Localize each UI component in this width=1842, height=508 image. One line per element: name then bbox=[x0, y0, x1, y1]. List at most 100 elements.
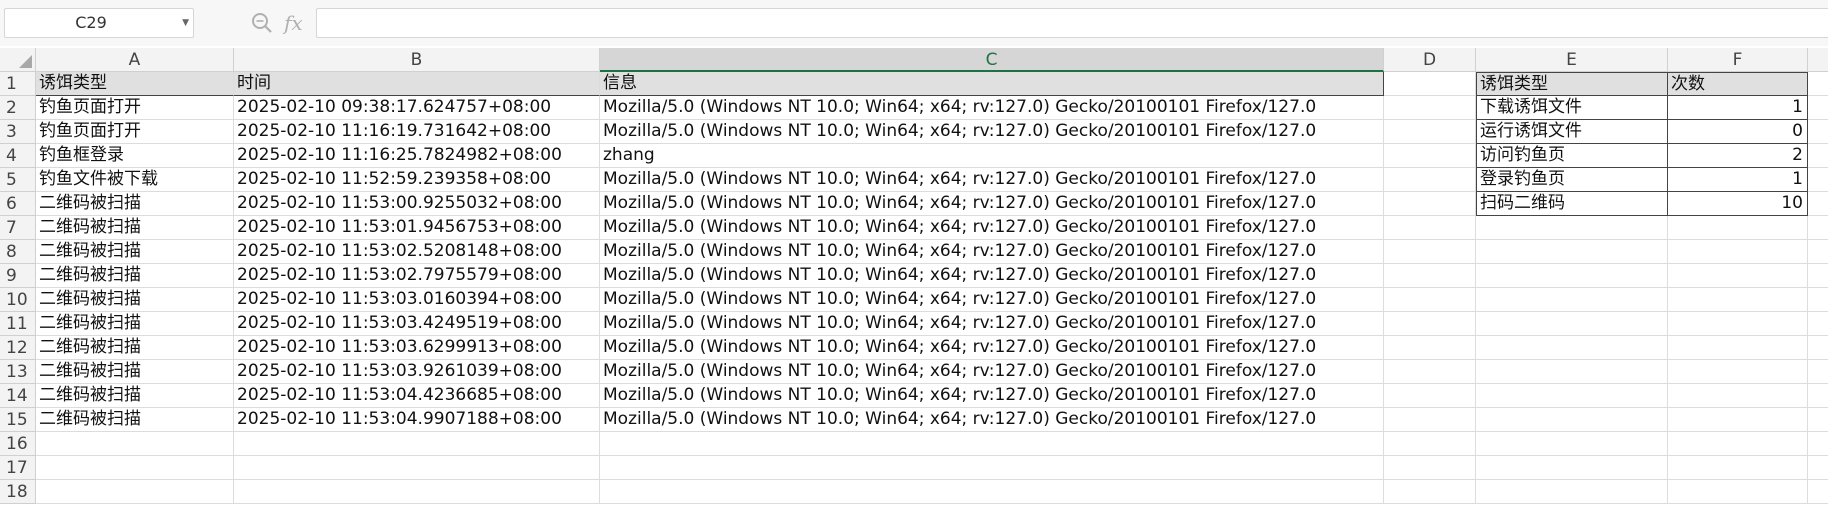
cell-b1[interactable]: 时间 bbox=[234, 72, 600, 96]
cell-d18[interactable] bbox=[1384, 480, 1476, 504]
cell-f11[interactable] bbox=[1668, 312, 1808, 336]
row-header[interactable]: 6 bbox=[0, 192, 36, 216]
cell-c18[interactable] bbox=[600, 480, 1384, 504]
row-header[interactable]: 5 bbox=[0, 168, 36, 192]
cell-d9[interactable] bbox=[1384, 264, 1476, 288]
row-header[interactable]: 11 bbox=[0, 312, 36, 336]
cell-c14[interactable]: Mozilla/5.0 (Windows NT 10.0; Win64; x64… bbox=[600, 384, 1384, 408]
column-header-a[interactable]: A bbox=[36, 48, 234, 72]
row-header[interactable]: 12 bbox=[0, 336, 36, 360]
cell-f9[interactable] bbox=[1668, 264, 1808, 288]
cell-c7[interactable]: Mozilla/5.0 (Windows NT 10.0; Win64; x64… bbox=[600, 216, 1384, 240]
column-header-d[interactable]: D bbox=[1384, 48, 1476, 72]
cell-b13[interactable]: 2025-02-10 11:53:03.9261039+08:00 bbox=[234, 360, 600, 384]
cell-a12[interactable]: 二维码被扫描 bbox=[36, 336, 234, 360]
cell-a5[interactable]: 钓鱼文件被下载 bbox=[36, 168, 234, 192]
cell-f15[interactable] bbox=[1668, 408, 1808, 432]
column-header-e[interactable]: E bbox=[1476, 48, 1668, 72]
cell-d17[interactable] bbox=[1384, 456, 1476, 480]
cell-b3[interactable]: 2025-02-10 11:16:19.731642+08:00 bbox=[234, 120, 600, 144]
cell-a14[interactable]: 二维码被扫描 bbox=[36, 384, 234, 408]
cell-c6[interactable]: Mozilla/5.0 (Windows NT 10.0; Win64; x64… bbox=[600, 192, 1384, 216]
row-header[interactable]: 16 bbox=[0, 432, 36, 456]
zoom-icon[interactable] bbox=[250, 11, 274, 35]
cell-d3[interactable] bbox=[1384, 120, 1476, 144]
cell-c11[interactable]: Mozilla/5.0 (Windows NT 10.0; Win64; x64… bbox=[600, 312, 1384, 336]
column-header-b[interactable]: B bbox=[234, 48, 600, 72]
cell-c12[interactable]: Mozilla/5.0 (Windows NT 10.0; Win64; x64… bbox=[600, 336, 1384, 360]
cell-f7[interactable] bbox=[1668, 216, 1808, 240]
cell-e5[interactable]: 登录钓鱼页 bbox=[1476, 168, 1668, 192]
cell-a8[interactable]: 二维码被扫描 bbox=[36, 240, 234, 264]
cell-a9[interactable]: 二维码被扫描 bbox=[36, 264, 234, 288]
cell-c15[interactable]: Mozilla/5.0 (Windows NT 10.0; Win64; x64… bbox=[600, 408, 1384, 432]
row-header[interactable]: 13 bbox=[0, 360, 36, 384]
cell-f5[interactable]: 1 bbox=[1668, 168, 1808, 192]
cell-e1[interactable]: 诱饵类型 bbox=[1476, 72, 1668, 96]
cell-e18[interactable] bbox=[1476, 480, 1668, 504]
cell-e11[interactable] bbox=[1476, 312, 1668, 336]
cell-a3[interactable]: 钓鱼页面打开 bbox=[36, 120, 234, 144]
cell-d16[interactable] bbox=[1384, 432, 1476, 456]
cell-c2[interactable]: Mozilla/5.0 (Windows NT 10.0; Win64; x64… bbox=[600, 96, 1384, 120]
cell-b17[interactable] bbox=[234, 456, 600, 480]
column-header-f[interactable]: F bbox=[1668, 48, 1808, 72]
cell-f2[interactable]: 1 bbox=[1668, 96, 1808, 120]
cell-d4[interactable] bbox=[1384, 144, 1476, 168]
cell-a10[interactable]: 二维码被扫描 bbox=[36, 288, 234, 312]
select-all-corner[interactable] bbox=[0, 48, 36, 72]
cell-e9[interactable] bbox=[1476, 264, 1668, 288]
cell-b8[interactable]: 2025-02-10 11:53:02.5208148+08:00 bbox=[234, 240, 600, 264]
cell-a4[interactable]: 钓鱼框登录 bbox=[36, 144, 234, 168]
cell-c5[interactable]: Mozilla/5.0 (Windows NT 10.0; Win64; x64… bbox=[600, 168, 1384, 192]
row-header[interactable]: 10 bbox=[0, 288, 36, 312]
cell-b2[interactable]: 2025-02-10 09:38:17.624757+08:00 bbox=[234, 96, 600, 120]
cell-f10[interactable] bbox=[1668, 288, 1808, 312]
row-header[interactable]: 3 bbox=[0, 120, 36, 144]
cell-f1[interactable]: 次数 bbox=[1668, 72, 1808, 96]
cell-c16[interactable] bbox=[600, 432, 1384, 456]
function-icon[interactable]: fx bbox=[284, 9, 310, 37]
cell-a15[interactable]: 二维码被扫描 bbox=[36, 408, 234, 432]
cell-e16[interactable] bbox=[1476, 432, 1668, 456]
cell-f18[interactable] bbox=[1668, 480, 1808, 504]
cell-b15[interactable]: 2025-02-10 11:53:04.9907188+08:00 bbox=[234, 408, 600, 432]
cell-c13[interactable]: Mozilla/5.0 (Windows NT 10.0; Win64; x64… bbox=[600, 360, 1384, 384]
cell-f13[interactable] bbox=[1668, 360, 1808, 384]
cell-b11[interactable]: 2025-02-10 11:53:03.4249519+08:00 bbox=[234, 312, 600, 336]
cell-e7[interactable] bbox=[1476, 216, 1668, 240]
cell-f17[interactable] bbox=[1668, 456, 1808, 480]
cell-d2[interactable] bbox=[1384, 96, 1476, 120]
cell-e15[interactable] bbox=[1476, 408, 1668, 432]
row-header[interactable]: 1 bbox=[0, 72, 36, 96]
cell-d11[interactable] bbox=[1384, 312, 1476, 336]
cell-f16[interactable] bbox=[1668, 432, 1808, 456]
cell-d14[interactable] bbox=[1384, 384, 1476, 408]
cell-e8[interactable] bbox=[1476, 240, 1668, 264]
cell-f8[interactable] bbox=[1668, 240, 1808, 264]
row-header[interactable]: 7 bbox=[0, 216, 36, 240]
cell-a2[interactable]: 钓鱼页面打开 bbox=[36, 96, 234, 120]
row-header[interactable]: 2 bbox=[0, 96, 36, 120]
cell-e14[interactable] bbox=[1476, 384, 1668, 408]
cell-c3[interactable]: Mozilla/5.0 (Windows NT 10.0; Win64; x64… bbox=[600, 120, 1384, 144]
cell-a6[interactable]: 二维码被扫描 bbox=[36, 192, 234, 216]
cell-a17[interactable] bbox=[36, 456, 234, 480]
row-header[interactable]: 9 bbox=[0, 264, 36, 288]
cell-f3[interactable]: 0 bbox=[1668, 120, 1808, 144]
cell-e13[interactable] bbox=[1476, 360, 1668, 384]
cell-c8[interactable]: Mozilla/5.0 (Windows NT 10.0; Win64; x64… bbox=[600, 240, 1384, 264]
cell-b16[interactable] bbox=[234, 432, 600, 456]
cell-e6[interactable]: 扫码二维码 bbox=[1476, 192, 1668, 216]
cell-a18[interactable] bbox=[36, 480, 234, 504]
cell-e4[interactable]: 访问钓鱼页 bbox=[1476, 144, 1668, 168]
cell-f12[interactable] bbox=[1668, 336, 1808, 360]
cell-b5[interactable]: 2025-02-10 11:52:59.239358+08:00 bbox=[234, 168, 600, 192]
cell-b10[interactable]: 2025-02-10 11:53:03.0160394+08:00 bbox=[234, 288, 600, 312]
cell-b7[interactable]: 2025-02-10 11:53:01.9456753+08:00 bbox=[234, 216, 600, 240]
cell-c4[interactable]: zhang bbox=[600, 144, 1384, 168]
cell-d5[interactable] bbox=[1384, 168, 1476, 192]
cell-d15[interactable] bbox=[1384, 408, 1476, 432]
cell-e3[interactable]: 运行诱饵文件 bbox=[1476, 120, 1668, 144]
cell-d6[interactable] bbox=[1384, 192, 1476, 216]
